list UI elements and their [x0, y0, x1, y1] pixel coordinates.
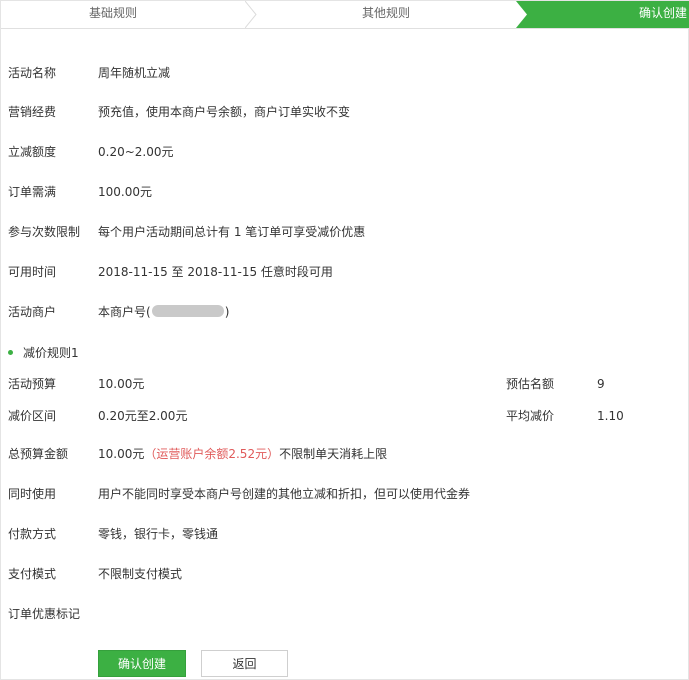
- label: 活动预算: [8, 377, 57, 391]
- label: 订单需满: [8, 185, 57, 199]
- label: 支付模式: [8, 567, 57, 581]
- balance-warning: （运营账户余额2.52元）: [144, 447, 280, 461]
- redacted-merchant-id: [151, 305, 224, 317]
- value: 100.00元: [98, 185, 152, 199]
- back-button[interactable]: 返回: [201, 650, 288, 677]
- merchant-prefix: 本商户号(: [98, 305, 151, 319]
- label: 减价区间: [8, 409, 57, 423]
- step-bar: 基础规则 其他规则 确认创建: [1, 1, 689, 29]
- label: 立减额度: [8, 145, 57, 159]
- label: 订单优惠标记: [8, 607, 81, 621]
- value: 2018-11-15 至 2018-11-15 任意时段可用: [98, 265, 333, 279]
- label: 同时使用: [8, 487, 57, 501]
- value: 1.10: [597, 409, 624, 423]
- merchant-suffix: ): [224, 305, 230, 319]
- value: 每个用户活动期间总计有 1 笔订单可享受减价优惠: [98, 225, 366, 239]
- step-other-rules: 其他规则: [362, 6, 411, 20]
- label: 营销经费: [8, 105, 57, 119]
- step-confirm-create: 确认创建: [639, 6, 688, 20]
- value: 0.20元至2.00元: [98, 409, 188, 423]
- rule-title-text: 减价规则1: [23, 346, 79, 360]
- merchant-value: 本商户号(): [98, 304, 229, 320]
- step-basic-rules: 基础规则: [89, 6, 138, 20]
- label: 预估名额: [506, 377, 555, 391]
- label: 活动商户: [8, 305, 57, 319]
- value: 周年随机立减: [98, 66, 171, 80]
- value: 预充值，使用本商户号余额，商户订单实收不变: [98, 105, 351, 119]
- value: 9: [597, 377, 605, 391]
- chevron-right-icon: [516, 1, 527, 28]
- limit-note: 不限制单天消耗上限: [279, 447, 388, 461]
- confirm-create-button[interactable]: 确认创建: [98, 650, 186, 677]
- label: 活动名称: [8, 66, 57, 80]
- value: 不限制支付模式: [98, 567, 183, 581]
- value: 0.20~2.00元: [98, 145, 174, 159]
- total-value: 10.00元（运营账户余额2.52元）不限制单天消耗上限: [98, 446, 387, 462]
- value: 10.00元: [98, 447, 145, 461]
- chevron-right-icon: [245, 1, 257, 28]
- bullet-dot-icon: [8, 350, 13, 355]
- label: 总预算金额: [8, 447, 69, 461]
- label: 平均减价: [506, 409, 555, 423]
- label: 参与次数限制: [8, 225, 81, 239]
- label: 可用时间: [8, 265, 57, 279]
- value: 用户不能同时享受本商户号创建的其他立减和折扣，但可以使用代金券: [98, 487, 471, 501]
- value: 10.00元: [98, 377, 145, 391]
- label: 付款方式: [8, 527, 57, 541]
- confirm-page: 基础规则 其他规则 确认创建 活动名称 周年随机立减 营销经费 预充值，使用本商…: [0, 0, 689, 680]
- rule-title: 减价规则1: [8, 344, 79, 361]
- value: 零钱，银行卡，零钱通: [98, 527, 219, 541]
